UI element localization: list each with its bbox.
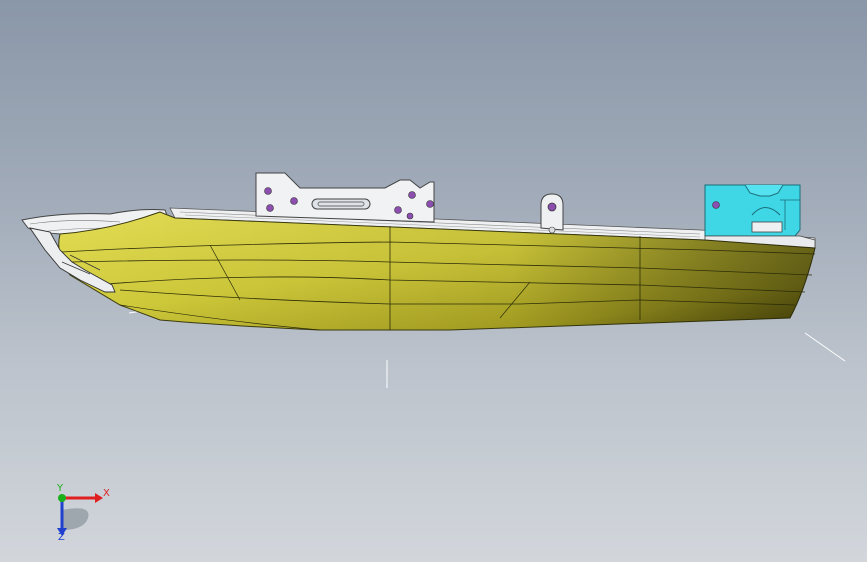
- 3d-viewport[interactable]: X Z Y: [0, 0, 867, 562]
- y-axis-label: Y: [56, 483, 64, 494]
- x-axis-label: X: [103, 488, 110, 499]
- hole-mark: [547, 202, 557, 212]
- hole-mark: [712, 201, 720, 209]
- hole-mark: [266, 204, 274, 212]
- cyan-mount-block[interactable]: [704, 184, 816, 249]
- z-axis-label: Z: [58, 532, 65, 543]
- lifting-eye[interactable]: [540, 193, 564, 234]
- construction-line: [804, 332, 846, 362]
- bracket-plate-left[interactable]: [255, 172, 435, 223]
- hole-mark: [264, 187, 272, 195]
- axis-triad: X Z Y: [40, 480, 120, 550]
- hole-mark: [290, 197, 298, 205]
- triad-shadow: [62, 508, 89, 530]
- model-canvas[interactable]: [0, 0, 867, 562]
- hole-mark: [426, 200, 434, 208]
- hull-body[interactable]: [58, 211, 816, 331]
- hole-mark: [406, 212, 414, 220]
- hole-mark: [408, 191, 416, 199]
- y-axis-marker: [58, 494, 66, 502]
- hole-mark: [394, 206, 402, 214]
